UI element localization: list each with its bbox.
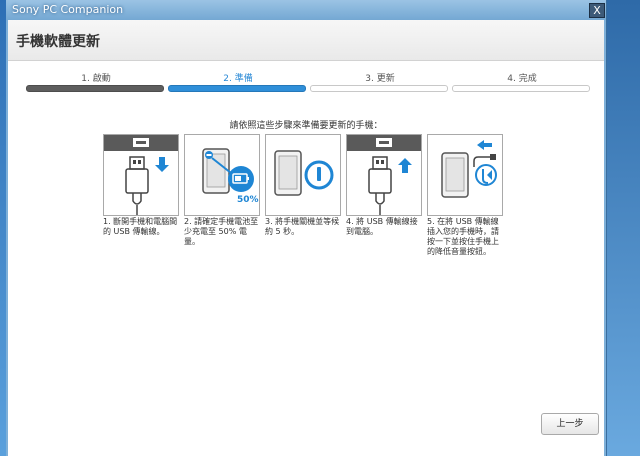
step-card-disconnect xyxy=(103,134,179,216)
step-1-label: 1. 啟動 xyxy=(81,74,111,84)
title-bar[interactable]: Sony PC Companion X xyxy=(6,0,606,20)
step-2-label: 2. 準備 xyxy=(223,74,253,84)
step-card-power-off xyxy=(265,134,341,216)
step-caption-1: 1. 斷開手機和電腦間的 USB 傳輸線。 xyxy=(103,217,178,236)
step-card-connect-computer xyxy=(346,134,422,216)
wizard-header: 手機軟體更新 xyxy=(8,20,604,61)
app-window: Sony PC Companion X 手機軟體更新 1. 啟動 2. 準備 3… xyxy=(6,0,607,456)
step-caption-4: 4. 將 USB 傳輸線接到電腦。 xyxy=(346,217,418,236)
power-icon xyxy=(274,150,334,196)
step-caption-5: 5. 在將 USB 傳輸線插入您的手機時，請按一下並按住手機上的降低音量按鈕。 xyxy=(427,217,499,256)
page-title: 手機軟體更新 xyxy=(16,34,100,50)
step-3-progress-bar xyxy=(310,85,448,92)
close-button[interactable]: X xyxy=(589,3,605,18)
step-card-battery: 50% xyxy=(184,134,260,216)
step-1-progress-bar xyxy=(26,85,164,92)
usb-unplug-icon xyxy=(104,135,178,215)
step-caption-3: 3. 將手機關機並等候約 5 秒。 xyxy=(265,217,340,236)
instruction-text: 請依照這些步驟來準備要更新的手機： xyxy=(229,121,383,131)
back-button[interactable]: 上一步 xyxy=(541,413,599,435)
battery-percent-badge: 50% xyxy=(237,195,259,205)
window-title: Sony PC Companion xyxy=(12,3,124,16)
volume-down-icon xyxy=(441,140,497,198)
step-4-progress-bar xyxy=(452,85,590,92)
step-card-volume-down xyxy=(427,134,503,216)
usb-plug-icon xyxy=(347,135,421,215)
desktop-background-right xyxy=(604,0,640,456)
wizard-panel: 手機軟體更新 1. 啟動 2. 準備 3. 更新 4. 完成 請依照這些步驟來準… xyxy=(8,20,604,456)
step-caption-2: 2. 請確定手機電池至少充電至 50% 電量。 xyxy=(184,217,259,246)
step-2-progress-bar xyxy=(168,85,306,92)
step-4-label: 4. 完成 xyxy=(507,74,537,84)
step-3-label: 3. 更新 xyxy=(365,74,395,84)
